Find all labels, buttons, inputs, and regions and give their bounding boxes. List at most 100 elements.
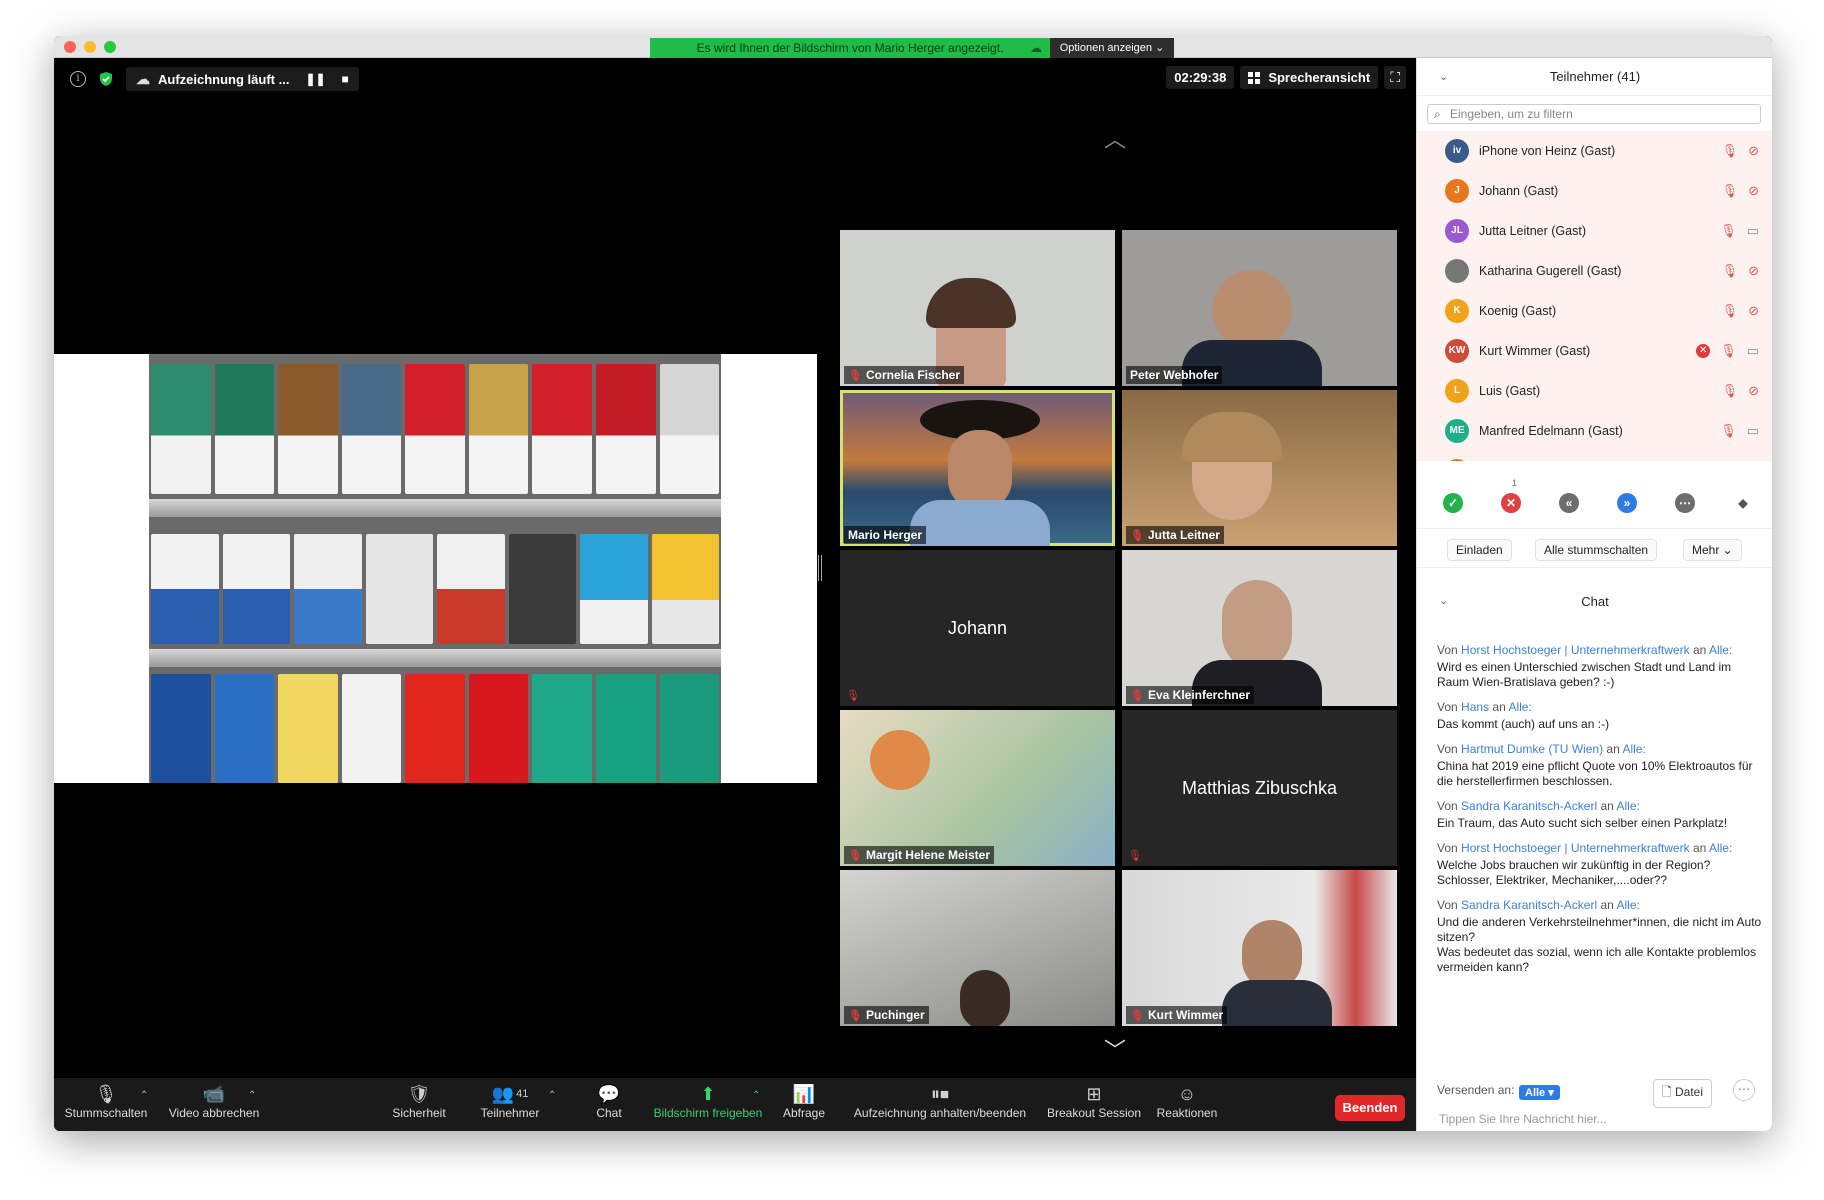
- video-camera-icon[interactable]: ▭: [1747, 343, 1759, 359]
- split-view-handle[interactable]: [818, 555, 822, 581]
- shelf-row-middle: [149, 534, 721, 644]
- share-screen-button[interactable]: ⬆ Bildschirm freigeben: [650, 1082, 766, 1121]
- mic-muted-icon[interactable]: 🎙: [1720, 343, 1737, 359]
- mute-button[interactable]: 🎙 Stummschalten: [64, 1082, 148, 1121]
- video-off-icon[interactable]: ⊘: [1748, 183, 1759, 199]
- video-tile[interactable]: Matthias Zibuschka 🎙: [1122, 710, 1397, 866]
- participant-row[interactable]: K Koenig (Gast) 🎙 ⊘: [1417, 291, 1772, 331]
- more-button[interactable]: Mehr ⌄: [1683, 539, 1742, 561]
- invite-button[interactable]: Einladen: [1447, 539, 1512, 561]
- breakout-session-button[interactable]: ⊞ Breakout Session: [1042, 1082, 1146, 1121]
- participant-row[interactable]: ME Manfred Edelmann (Gast) 🎙 ▭: [1417, 411, 1772, 451]
- avatar: JL: [1445, 219, 1469, 243]
- chat-sender[interactable]: Horst Hochstoeger | Unternehmerkraftwerk: [1461, 643, 1690, 657]
- shield-check-icon[interactable]: [98, 71, 114, 87]
- chevron-up-icon[interactable]: ︿: [1104, 122, 1126, 154]
- clear-eraser-icon[interactable]: ◆: [1733, 493, 1753, 513]
- audio-options-caret[interactable]: ⌃: [140, 1090, 148, 1101]
- video-tile-active-speaker[interactable]: Mario Herger: [840, 390, 1115, 546]
- go-faster-icon[interactable]: »: [1617, 493, 1637, 513]
- view-options-button[interactable]: Optionen anzeigen ⌄: [1050, 38, 1174, 58]
- mic-muted-icon[interactable]: 🎙: [1720, 423, 1737, 439]
- speaker-view-button[interactable]: Sprecheransicht: [1240, 66, 1379, 89]
- fullscreen-icon[interactable]: ⛶: [1384, 66, 1406, 89]
- video-camera-icon[interactable]: ▭: [1747, 423, 1759, 439]
- participant-row[interactable]: L Luis (Gast) 🎙 ⊘: [1417, 371, 1772, 411]
- mic-muted-icon[interactable]: 🎙: [1722, 383, 1739, 399]
- security-button[interactable]: 🛡 Sicherheit: [384, 1082, 454, 1121]
- no-x-icon[interactable]: ✕: [1501, 493, 1521, 513]
- participant-row[interactable]: KW Kurt Wimmer (Gast) ✕ 🎙 ▭: [1417, 331, 1772, 371]
- video-tile[interactable]: 🎙 Puchinger: [840, 870, 1115, 1026]
- reactions-button[interactable]: ☺ Reaktionen: [1152, 1082, 1222, 1121]
- nonverbal-feedback-row: ✓ ✕ « » ⋯ ◆: [1443, 490, 1753, 516]
- video-tile[interactable]: Peter Webhofer: [1122, 230, 1397, 386]
- video-off-icon[interactable]: ⊘: [1748, 263, 1759, 279]
- meeting-area: i ☁ Aufzeichnung läuft ... ❚❚ ■ 02:29:38…: [54, 58, 1416, 1131]
- close-window-button[interactable]: [64, 41, 76, 53]
- participant-row[interactable]: iv iPhone von Heinz (Gast) 🎙 ⊘: [1417, 131, 1772, 171]
- mic-muted-icon[interactable]: 🎙: [1720, 223, 1737, 239]
- recipient-select[interactable]: Alle ▾: [1519, 1085, 1560, 1100]
- from-word: Von: [1437, 700, 1458, 714]
- participants-options-caret[interactable]: ⌃: [548, 1090, 556, 1101]
- mic-muted-icon[interactable]: 🎙: [1722, 303, 1739, 319]
- file-button[interactable]: 🗋 Datei: [1653, 1079, 1713, 1108]
- video-tile[interactable]: Johann 🎙: [840, 550, 1115, 706]
- participant-row[interactable]: J Johann (Gast) 🎙 ⊘: [1417, 171, 1772, 211]
- search-icon: ⌕: [1434, 107, 1441, 121]
- participant-row[interactable]: JL Jutta Leitner (Gast) 🎙 ▭: [1417, 211, 1772, 251]
- video-off-icon[interactable]: ⊘: [1748, 303, 1759, 319]
- video-tile[interactable]: 🎙 Eva Kleinferchner: [1122, 550, 1397, 706]
- info-icon[interactable]: i: [70, 71, 86, 87]
- pause-recording-icon[interactable]: ❚❚: [305, 72, 325, 86]
- mic-muted-icon[interactable]: 🎙: [1722, 143, 1739, 159]
- video-tile[interactable]: 🎙 Jutta Leitner: [1122, 390, 1397, 546]
- stop-recording-icon[interactable]: ■: [342, 72, 349, 86]
- mic-muted-icon: 🎙: [1128, 850, 1142, 862]
- participant-row[interactable]: Katharina Gugerell (Gast) 🎙 ⊘: [1417, 251, 1772, 291]
- video-tile[interactable]: 🎙 Kurt Wimmer: [1122, 870, 1397, 1026]
- share-options-caret[interactable]: ⌃: [752, 1090, 760, 1101]
- video-tile[interactable]: 🎙 Cornelia Fischer: [840, 230, 1115, 386]
- participant-status-icons: 🎙▭: [1720, 211, 1759, 251]
- chat-sender[interactable]: Hans: [1461, 700, 1489, 714]
- to-word: an: [1692, 841, 1707, 855]
- cloud-recording-icon: ☁: [136, 70, 150, 87]
- participant-filter-input[interactable]: ⌕ Eingeben, um zu filtern: [1427, 104, 1761, 124]
- chat-button[interactable]: 💬 Chat: [584, 1082, 634, 1121]
- to-word: an: [1692, 643, 1707, 657]
- video-camera-icon[interactable]: ▭: [1747, 223, 1759, 239]
- avatar: K: [1445, 299, 1469, 323]
- video-off-icon[interactable]: ⊘: [1748, 143, 1759, 159]
- mic-muted-icon[interactable]: 🎙: [1722, 183, 1739, 199]
- mute-all-button[interactable]: Alle stummschalten: [1535, 539, 1658, 561]
- chat-sender[interactable]: Sandra Karanitsch-Ackerl: [1461, 898, 1597, 912]
- video-options-caret[interactable]: ⌃: [248, 1090, 256, 1101]
- participant-name-label: Mario Herger: [844, 526, 927, 544]
- chevron-down-icon[interactable]: ﹀: [1104, 1033, 1126, 1065]
- more-options-icon[interactable]: ⋯: [1733, 1079, 1755, 1101]
- collapse-chevron-icon[interactable]: ⌄: [1439, 594, 1448, 607]
- chat-messages: Von Horst Hochstoeger | Unternehmerkraft…: [1437, 643, 1763, 985]
- stop-video-button[interactable]: 📹 Video abbrechen: [164, 1082, 264, 1121]
- video-off-icon[interactable]: ⊘: [1748, 383, 1759, 399]
- video-tile[interactable]: 🎙 Margit Helene Meister: [840, 710, 1115, 866]
- poll-button[interactable]: 📊 Abfrage: [776, 1082, 832, 1121]
- chat-sender[interactable]: Horst Hochstoeger | Unternehmerkraftwerk: [1461, 841, 1690, 855]
- end-meeting-button[interactable]: Beenden: [1335, 1095, 1405, 1121]
- maximize-window-button[interactable]: [104, 41, 116, 53]
- recording-control-button[interactable]: ⏸⏹ Aufzeichnung anhalten/beenden: [850, 1082, 1030, 1121]
- chat-message: Von Sandra Karanitsch-Ackerl an Alle: Und…: [1437, 898, 1763, 975]
- mic-muted-icon[interactable]: 🎙: [1722, 263, 1739, 279]
- more-options-icon[interactable]: ⋯: [1675, 493, 1695, 513]
- go-slower-icon[interactable]: «: [1559, 493, 1579, 513]
- yes-check-icon[interactable]: ✓: [1443, 493, 1463, 513]
- chat-input[interactable]: Tippen Sie Ihre Nachricht hier...: [1439, 1112, 1607, 1126]
- minimize-window-button[interactable]: [84, 41, 96, 53]
- chat-sender[interactable]: Sandra Karanitsch-Ackerl: [1461, 799, 1597, 813]
- chat-sender[interactable]: Hartmut Dumke (TU Wien): [1461, 742, 1603, 756]
- participants-button[interactable]: 👥 41 Teilnehmer: [472, 1082, 548, 1121]
- participant-row[interactable]: MHMargit Helene Meister (Gast)🎙▭: [1417, 451, 1772, 461]
- collapse-chevron-icon[interactable]: ⌄: [1439, 58, 1448, 96]
